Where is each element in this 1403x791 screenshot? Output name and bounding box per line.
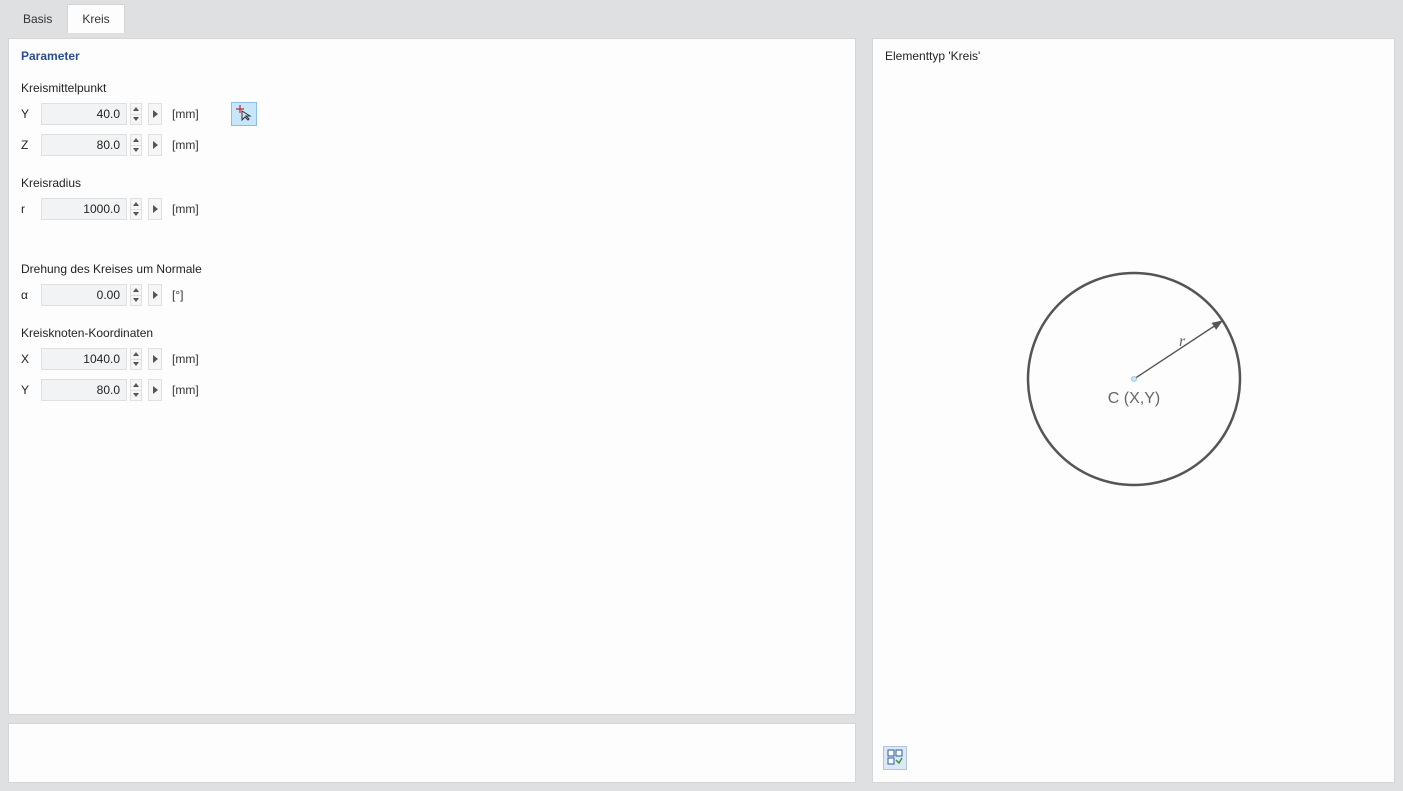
param-name-node-y: Y (21, 383, 37, 397)
param-row-node-x: X [mm] (21, 346, 843, 372)
section-label-center: Kreismittelpunkt (21, 81, 843, 95)
input-center-z[interactable] (41, 134, 127, 156)
section-label-radius: Kreisradius (21, 176, 843, 190)
panel-title: Parameter (21, 49, 843, 63)
spinner-center-y (130, 103, 142, 125)
view-grid-icon (887, 749, 903, 768)
spin-down-icon[interactable] (130, 391, 142, 402)
pick-point-button[interactable] (231, 102, 257, 126)
spin-up-icon[interactable] (130, 134, 142, 146)
unit-center-y: [mm] (172, 107, 199, 121)
input-node-x[interactable] (41, 348, 127, 370)
section-label-node: Kreisknoten-Koordinaten (21, 326, 843, 340)
dropdown-node-x[interactable] (148, 348, 162, 370)
unit-node-y: [mm] (172, 383, 199, 397)
spin-up-icon[interactable] (130, 198, 142, 210)
spinner-rotation-alpha (130, 284, 142, 306)
footer-panel (8, 723, 856, 783)
param-row-node-y: Y [mm] (21, 377, 843, 403)
dropdown-radius-r[interactable] (148, 198, 162, 220)
tab-bar: Basis Kreis (0, 0, 1403, 32)
param-name-z: Z (21, 138, 37, 152)
dropdown-center-z[interactable] (148, 134, 162, 156)
param-name-node-x: X (21, 352, 37, 366)
spin-up-icon[interactable] (130, 379, 142, 391)
radius-label: r (1179, 333, 1186, 350)
spin-up-icon[interactable] (130, 348, 142, 360)
tab-basis[interactable]: Basis (8, 4, 67, 33)
spinner-node-x (130, 348, 142, 370)
unit-node-x: [mm] (172, 352, 199, 366)
dropdown-node-y[interactable] (148, 379, 162, 401)
tab-kreis[interactable]: Kreis (67, 4, 124, 33)
param-name-alpha: α (21, 288, 37, 302)
section-label-rotation: Drehung des Kreises um Normale (21, 262, 843, 276)
preview-canvas: r C (X,Y) (873, 39, 1394, 782)
unit-rotation-alpha: [°] (172, 288, 183, 302)
param-name-r: r (21, 202, 37, 216)
param-row-alpha: α [°] (21, 282, 843, 308)
param-row-z: Z [mm] (21, 132, 843, 158)
preview-panel: Elementtyp 'Kreis' r (872, 38, 1395, 783)
circle-diagram: r C (X,Y) (1024, 269, 1244, 489)
spin-up-icon[interactable] (130, 284, 142, 296)
right-column: Elementtyp 'Kreis' r (872, 38, 1395, 783)
dropdown-center-y[interactable] (148, 103, 162, 125)
spin-up-icon[interactable] (130, 103, 142, 115)
view-mode-button[interactable] (883, 746, 907, 770)
unit-radius-r: [mm] (172, 202, 199, 216)
input-node-y[interactable] (41, 379, 127, 401)
spinner-center-z (130, 134, 142, 156)
param-name-y: Y (21, 107, 37, 121)
dropdown-rotation-alpha[interactable] (148, 284, 162, 306)
center-label: C (X,Y) (1107, 390, 1159, 407)
parameter-panel: Parameter Kreismittelpunkt Y [mm] (8, 38, 856, 715)
spinner-node-y (130, 379, 142, 401)
input-center-y[interactable] (41, 103, 127, 125)
cursor-pick-icon (236, 105, 252, 124)
spin-down-icon[interactable] (130, 210, 142, 221)
spin-down-icon[interactable] (130, 115, 142, 126)
app-root: Basis Kreis Parameter Kreismittelpunkt Y… (0, 0, 1403, 791)
spin-down-icon[interactable] (130, 296, 142, 307)
param-row-y: Y [mm] (21, 101, 843, 127)
input-rotation-alpha[interactable] (41, 284, 127, 306)
spinner-radius-r (130, 198, 142, 220)
work-area: Parameter Kreismittelpunkt Y [mm] (0, 32, 1403, 791)
input-radius-r[interactable] (41, 198, 127, 220)
left-column: Parameter Kreismittelpunkt Y [mm] (8, 38, 856, 783)
spin-down-icon[interactable] (130, 360, 142, 371)
unit-center-z: [mm] (172, 138, 199, 152)
param-row-r: r [mm] (21, 196, 843, 222)
spin-down-icon[interactable] (130, 146, 142, 157)
